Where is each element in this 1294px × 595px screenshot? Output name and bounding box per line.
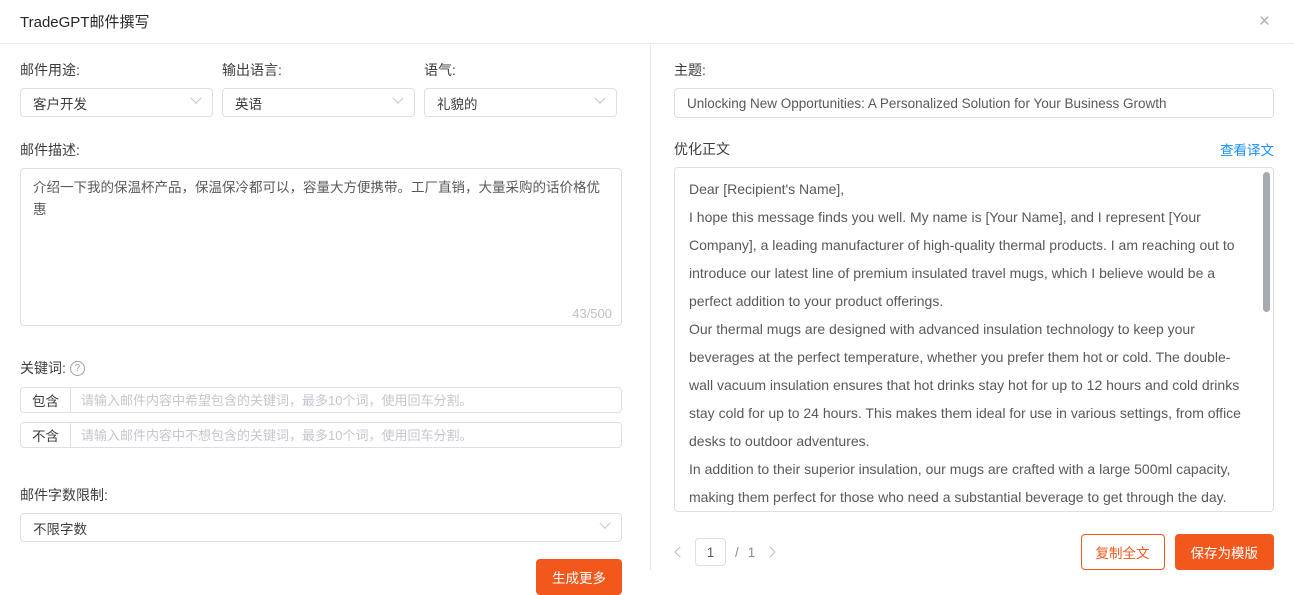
generate-more-button[interactable]: 生成更多 [536,559,622,595]
page-total: 1 [748,545,756,560]
email-body-text: Dear [Recipient's Name], I hope this mes… [689,175,1247,512]
tone-value: 礼貌的 [437,93,478,113]
include-keywords-input[interactable] [71,388,621,412]
select-row: 邮件用途: 客户开发 输出语言: 英语 语气: 礼貌的 [20,60,622,117]
page-title: TradeGPT邮件撰写 [20,11,149,32]
include-tag: 包含 [21,388,71,412]
description-textarea[interactable]: 介绍一下我的保温杯产品，保温保冷都可以，容量大方便携带。工厂直销，大量采购的话价… [20,168,622,326]
email-body-box[interactable]: Dear [Recipient's Name], I hope this mes… [674,167,1274,512]
language-field: 输出语言: 英语 [222,60,415,117]
keywords-exclude-group: 不含 [20,422,622,448]
description-label: 邮件描述: [20,140,622,160]
panel-divider [650,44,651,570]
language-select[interactable]: 英语 [222,88,415,117]
keywords-label: 关键词: [20,358,66,378]
tone-label: 语气: [424,60,617,80]
pagination: / 1 [674,538,776,566]
copy-full-text-button[interactable]: 复制全文 [1081,534,1165,570]
tone-field: 语气: 礼貌的 [424,60,617,117]
exclude-keywords-input[interactable] [71,423,621,447]
tone-select[interactable]: 礼貌的 [424,88,617,117]
prev-page-button[interactable] [674,548,686,556]
modal-header: TradeGPT邮件撰写 × [0,0,1294,44]
right-footer: / 1 复制全文 保存为模版 [674,534,1274,570]
chevron-down-icon [594,93,605,104]
body-label: 优化正文 [674,139,730,159]
page-number-input[interactable] [695,538,726,566]
word-limit-value: 不限字数 [33,518,87,538]
save-as-template-button[interactable]: 保存为模版 [1175,534,1275,570]
page-separator: / [735,545,739,560]
purpose-field: 邮件用途: 客户开发 [20,60,213,117]
body-header: 优化正文 查看译文 [674,139,1274,159]
keywords-include-group: 包含 [20,387,622,413]
subject-input[interactable] [674,88,1274,118]
help-icon[interactable]: ? [70,361,85,376]
description-wrap: 介绍一下我的保温杯产品，保温保冷都可以，容量大方便携带。工厂直销，大量采购的话价… [20,168,622,329]
purpose-value: 客户开发 [33,93,87,113]
compose-settings-panel: 邮件用途: 客户开发 输出语言: 英语 语气: 礼貌的 邮件描述: 介绍一下我的… [20,44,622,595]
char-counter: 43/500 [572,306,612,321]
scrollbar-thumb[interactable] [1263,172,1270,312]
subject-label: 主题: [674,60,1274,80]
next-page-button[interactable] [764,548,776,556]
language-value: 英语 [235,93,262,113]
chevron-right-icon [765,546,776,557]
chevron-down-icon [599,518,610,529]
exclude-tag: 不含 [21,423,71,447]
left-footer: 生成更多 [20,559,622,595]
result-panel: 主题: 优化正文 查看译文 Dear [Recipient's Name], I… [674,44,1274,570]
word-limit-label: 邮件字数限制: [20,485,622,505]
chevron-down-icon [392,93,403,104]
chevron-left-icon [674,546,685,557]
chevron-down-icon [190,93,201,104]
word-limit-select[interactable]: 不限字数 [20,513,622,542]
action-buttons: 复制全文 保存为模版 [1081,534,1275,570]
purpose-select[interactable]: 客户开发 [20,88,213,117]
keywords-label-row: 关键词: ? [20,358,622,378]
view-translation-link[interactable]: 查看译文 [1220,139,1274,159]
close-icon[interactable]: × [1255,10,1274,33]
purpose-label: 邮件用途: [20,60,213,80]
language-label: 输出语言: [222,60,415,80]
